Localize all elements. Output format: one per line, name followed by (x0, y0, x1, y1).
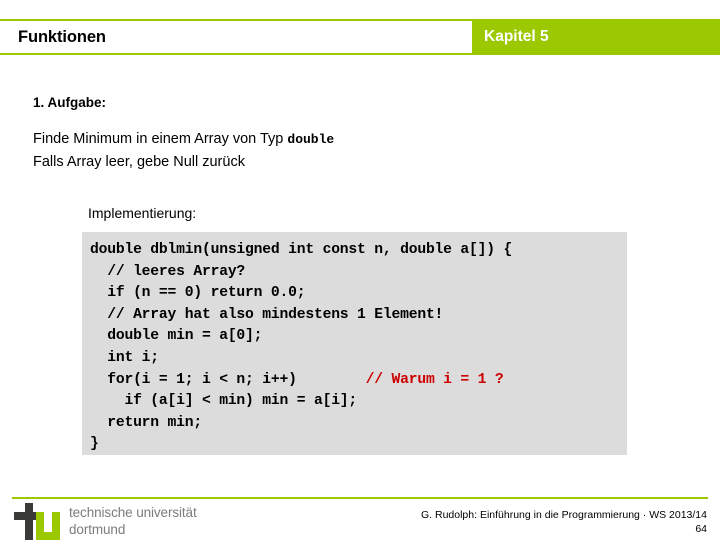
description-line-1-text: Finde Minimum in einem Array von Typ (33, 131, 288, 147)
code-line: int i; (90, 348, 627, 370)
code-line: // leeres Array? (90, 262, 627, 284)
footer-divider (12, 497, 708, 499)
page-title: Funktionen (18, 27, 106, 46)
code-line-text: // Array hat also mindestens 1 Element! (90, 306, 444, 323)
tu-dortmund-logo: technische universität dortmund (14, 503, 197, 540)
code-line: // Array hat also mindestens 1 Element! (90, 305, 627, 327)
code-inline-comment: // Warum i = 1 ? (296, 371, 504, 388)
code-line-text: if (a[i] < min) min = a[i]; (90, 393, 358, 410)
logo-t-stem (25, 503, 33, 540)
type-double-keyword: double (287, 132, 335, 147)
header-title-panel: Funktionen (0, 19, 472, 55)
code-line: if (a[i] < min) min = a[i]; (90, 391, 627, 413)
logo-u-bottom (36, 532, 60, 540)
description-line-2: Falls Array leer, gebe Null zurück (33, 154, 245, 170)
code-line: return min; (90, 413, 627, 435)
code-line-text: int i; (90, 349, 159, 366)
description-line-1: Finde Minimum in einem Array von Typ dou… (33, 128, 334, 151)
footer-meta: G. Rudolph: Einführung in die Programmie… (421, 508, 707, 536)
code-line-text: double min = a[0]; (90, 328, 263, 345)
implementation-label: Implementierung: (88, 205, 197, 221)
code-line: double dblmin(unsigned int const n, doub… (90, 240, 627, 262)
code-line-text: if (n == 0) return 0.0; (90, 285, 306, 302)
logo-wordmark: technische universität dortmund (69, 504, 197, 538)
logo-line-2: dortmund (69, 522, 126, 537)
code-line-text: for(i = 1; i < n; i++) (90, 371, 297, 388)
code-line-text: // leeres Array? (90, 263, 246, 280)
task-heading: 1. Aufgabe: (33, 95, 107, 110)
code-line: } (90, 434, 627, 456)
page-number: 64 (695, 523, 707, 535)
code-line: for(i = 1; i < n; i++) // Warum i = 1 ? (90, 370, 627, 392)
logo-line-1: technische universität (69, 505, 197, 520)
chapter-label: Kapitel 5 (484, 28, 549, 45)
task-description: Finde Minimum in einem Array von Typ dou… (33, 128, 334, 174)
code-line-text: return min; (90, 414, 202, 431)
code-block: double dblmin(unsigned int const n, doub… (82, 232, 627, 455)
code-line-text: } (90, 436, 99, 453)
code-line: if (n == 0) return 0.0; (90, 283, 627, 305)
code-line-text: double dblmin(unsigned int const n, doub… (90, 242, 513, 258)
code-line: double min = a[0]; (90, 326, 627, 348)
citation-text: G. Rudolph: Einführung in die Programmie… (421, 509, 707, 521)
header-chapter-panel: Kapitel 5 (472, 19, 720, 55)
tu-logo-icon (14, 503, 60, 540)
slide-header: Funktionen Kapitel 5 (0, 19, 720, 55)
